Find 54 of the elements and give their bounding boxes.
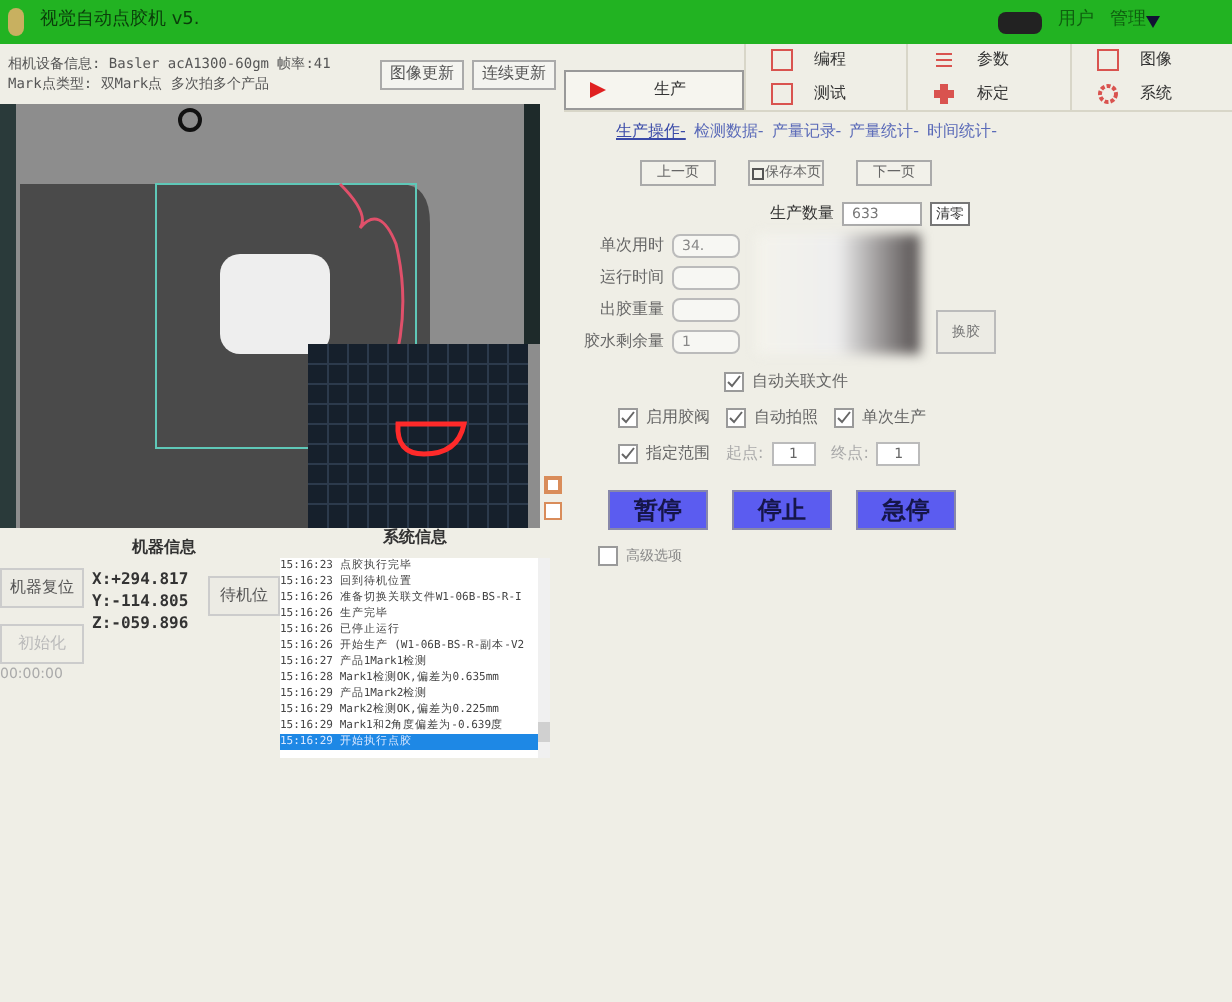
breadcrumb-link[interactable]: 检测数据-: [693, 120, 764, 144]
toolbar-tab[interactable]: 编程: [762, 44, 891, 77]
checkbox-label: 自动拍照: [754, 406, 818, 430]
checkmark-icon: [726, 374, 742, 390]
field-label: 生产数量: [770, 202, 834, 226]
scrollbar[interactable]: [538, 558, 550, 758]
toolbar-tab[interactable]: 测试: [762, 77, 891, 110]
field-label: 终点:: [831, 442, 869, 466]
coordinate-reading: X:+294.817: [92, 568, 189, 590]
production-tab[interactable]: 生产: [564, 70, 744, 110]
caret-icon: [1146, 16, 1160, 28]
field-label: 出胶重量: [600, 298, 664, 322]
breadcrumb-link[interactable]: 时间统计-: [927, 120, 997, 144]
window-title: 视觉自动点胶机 v5.: [40, 8, 200, 35]
checkbox[interactable]: [618, 444, 638, 464]
app-logo-icon: [8, 8, 24, 36]
checkbox-label: 指定范围: [646, 442, 710, 466]
coordinate-reading: Y:-114.805: [92, 590, 189, 612]
stat-field[interactable]: [672, 266, 740, 290]
checkbox[interactable]: [834, 408, 854, 428]
checkbox-label: 启用胶阀: [646, 406, 710, 430]
checkmark-icon: [836, 410, 852, 426]
machine-reset-button[interactable]: 机器复位: [0, 568, 84, 608]
image-update-button[interactable]: 图像更新: [380, 59, 464, 89]
breadcrumb-link[interactable]: 生产操作-: [616, 120, 686, 144]
checkmark-icon: [620, 446, 636, 462]
checkmark-icon: [620, 410, 636, 426]
checkbox-label: 单次生产: [862, 406, 926, 430]
play-icon: [590, 82, 606, 98]
user-label: 用户: [1058, 8, 1094, 35]
toolbar-tab[interactable]: 标定: [924, 77, 1054, 110]
breadcrumb-link[interactable]: 产量统计-: [849, 120, 920, 144]
field-label: 单次用时: [600, 234, 664, 258]
toolbar-tab[interactable]: 参数: [924, 44, 1054, 77]
checkbox[interactable]: [618, 408, 638, 428]
image-update-button[interactable]: 连续更新: [472, 59, 556, 89]
coordinate-reading: Z:-059.896: [92, 612, 189, 634]
toolbar-tab[interactable]: 系统: [1087, 77, 1216, 110]
breadcrumb-link[interactable]: 产量记录-: [771, 120, 842, 144]
list-icon: [932, 48, 957, 73]
section-title: 机器信息: [130, 536, 198, 560]
checkbox[interactable]: [724, 372, 744, 392]
checkmark-icon: [728, 410, 744, 426]
standby-button[interactable]: 待机位: [208, 576, 280, 616]
section-title: 系统信息: [381, 526, 449, 550]
save-icon: [751, 167, 763, 179]
checkbox[interactable]: [598, 546, 618, 567]
checkbox[interactable]: [726, 408, 746, 428]
checkbox-label: 自动关联文件: [752, 370, 848, 394]
field-label: 起点:: [726, 442, 764, 466]
field-label: 运行时间: [600, 266, 664, 290]
field-label: 胶水剩余量: [584, 330, 664, 354]
stat-field[interactable]: [672, 298, 740, 322]
toolbar-tab[interactable]: 图像: [1087, 44, 1216, 77]
